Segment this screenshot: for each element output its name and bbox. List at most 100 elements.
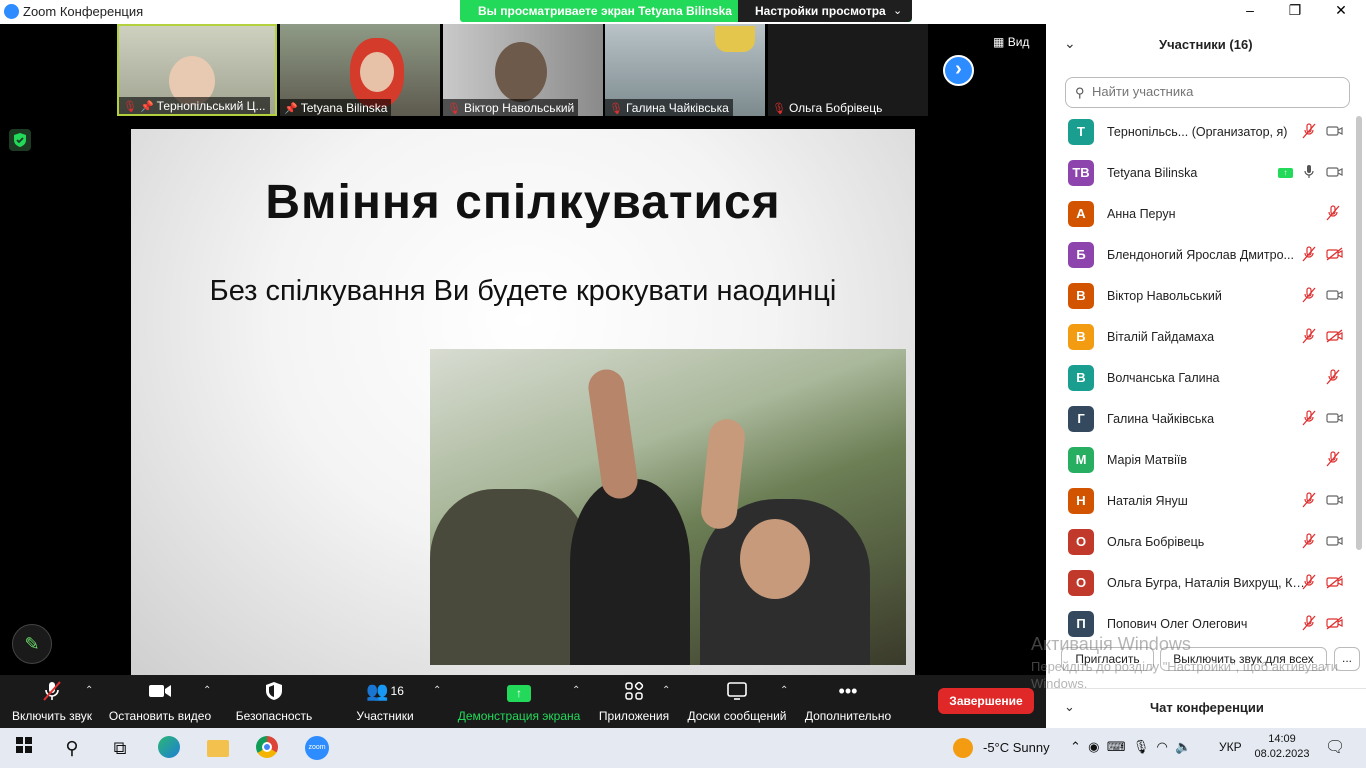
shared-screen: Вміння спілкуватися Без спілкування Ви б… (131, 129, 915, 675)
security-shield-icon[interactable] (9, 129, 31, 151)
video-tile[interactable]: 🎙 Ольга Бобрівець (768, 24, 928, 116)
chevron-down-icon[interactable]: ⌄ (1064, 35, 1076, 52)
participant-name: Анна Перун (1107, 207, 1176, 221)
chevron-up-icon[interactable]: ⌃ (662, 685, 670, 696)
zoom-taskbar-icon[interactable]: zoom (305, 736, 329, 760)
participant-row[interactable]: А Анна Перун (1046, 194, 1366, 235)
next-page-button[interactable]: › (943, 55, 974, 86)
camera-icon[interactable] (1326, 411, 1344, 428)
avatar: В (1068, 283, 1094, 309)
photo-face (740, 519, 810, 599)
participant-row[interactable]: Т Тернопільсь... (Организатор, я) (1046, 112, 1366, 153)
search-input[interactable] (1092, 84, 1342, 99)
avatar: ТВ (1068, 160, 1094, 186)
folder-icon[interactable] (207, 736, 231, 760)
participant-search[interactable]: ⚲ (1065, 77, 1350, 108)
participants-icon-wrap: 👥 16 (346, 680, 424, 702)
participant-row[interactable]: Б Блендоногий Ярослав Дмитро... (1046, 235, 1366, 276)
mic-muted-icon[interactable] (1302, 123, 1316, 142)
mic-muted-icon[interactable] (1302, 492, 1316, 511)
participant-row[interactable]: В Віктор Навольський (1046, 276, 1366, 317)
search-icon[interactable]: ⚲ (60, 736, 84, 760)
mic-muted-icon[interactable] (1326, 369, 1340, 388)
search-icon: ⚲ (1075, 85, 1085, 100)
pin-icon: 📌 (284, 103, 298, 115)
mic-muted-icon[interactable] (1302, 615, 1316, 634)
video-tile[interactable]: 📌 Tetyana Bilinska (280, 24, 440, 116)
chat-header[interactable]: ⌄ Чат конференции (1046, 688, 1366, 728)
video-tile[interactable]: 🎙 Віктор Навольський (443, 24, 603, 116)
camera-icon[interactable] (1326, 124, 1344, 141)
chrome-icon[interactable] (256, 736, 280, 760)
mic-icon[interactable] (1302, 164, 1316, 183)
participant-row[interactable]: ТВ Tetyana Bilinska ↑ (1046, 153, 1366, 194)
whiteboards-button[interactable]: Доски сообщений (684, 680, 790, 723)
slide-title: Вміння спілкуватися (265, 176, 781, 229)
participant-row[interactable]: В Волчанська Галина (1046, 358, 1366, 399)
video-tile[interactable]: 🎙 Галина Чайківська (605, 24, 765, 116)
system-tray[interactable]: ⌃ ◉ ⌨ 🎙 ◠ 🔈 (1070, 739, 1191, 755)
end-meeting-button[interactable]: Завершение (938, 688, 1034, 714)
participant-name: Марія Матвіїв (1107, 453, 1187, 467)
mic-muted-icon[interactable] (1302, 533, 1316, 552)
mic-muted-icon[interactable] (1326, 451, 1340, 470)
weather-text[interactable]: -5°C Sunny (983, 740, 1050, 755)
share-banner-text: Вы просматриваете экран Tetyana Bilinska (478, 4, 732, 18)
chevron-up-icon[interactable]: ⌃ (1070, 739, 1081, 754)
chevron-up-icon[interactable]: ⌃ (85, 685, 93, 696)
camera-off-icon[interactable] (1326, 329, 1344, 346)
participant-name: Галина Чайківська (1107, 412, 1215, 426)
close-button[interactable]: ✕ (1331, 2, 1351, 19)
edge-icon[interactable] (158, 736, 182, 760)
task-view-icon[interactable]: ⧉ (108, 736, 132, 760)
stop-video-button[interactable]: Остановить видео (106, 680, 214, 723)
scrollbar[interactable] (1356, 116, 1362, 550)
chevron-up-icon[interactable]: ⌃ (780, 685, 788, 696)
photo-raised-arm (586, 367, 640, 501)
camera-icon[interactable] (1326, 165, 1344, 182)
security-button[interactable]: Безопасность (230, 680, 318, 723)
mic-muted-icon[interactable] (1302, 410, 1316, 429)
chevron-down-icon[interactable]: ⌄ (1064, 699, 1075, 715)
video-tile[interactable]: 🎙 📌 Тернопільський Ц... (117, 24, 277, 116)
language-indicator[interactable]: УКР (1219, 740, 1242, 754)
unmute-button[interactable]: Включить звук (8, 680, 96, 723)
clock[interactable]: 14:09 08.02.2023 (1252, 732, 1312, 762)
minimize-button[interactable]: – (1240, 2, 1260, 18)
camera-off-icon[interactable] (1326, 247, 1344, 264)
notification-icon[interactable]: 🗨 (1325, 737, 1345, 757)
participant-row[interactable]: О Ольга Бобрівець (1046, 522, 1366, 563)
volume-icon: 🔈 (1175, 739, 1192, 754)
participant-row[interactable]: О Ольга Бугра, Наталія Вихрущ, Кат... (1046, 563, 1366, 604)
chevron-up-icon[interactable]: ⌃ (203, 685, 211, 696)
more-button[interactable]: ••• Дополнительно (800, 680, 896, 723)
mic-muted-icon[interactable] (1302, 287, 1316, 306)
chevron-up-icon[interactable]: ⌃ (572, 685, 580, 696)
mic-muted-icon[interactable] (1302, 328, 1316, 347)
camera-off-icon[interactable] (1326, 616, 1344, 633)
camera-icon[interactable] (1326, 493, 1344, 510)
avatar: В (1068, 324, 1094, 350)
participant-row[interactable]: Г Галина Чайківська (1046, 399, 1366, 440)
chevron-up-icon[interactable]: ⌃ (433, 685, 441, 696)
participants-panel: ⌄ Участники (16) ⚲ Т Тернопільсь... (Орга… (1046, 24, 1366, 728)
mic-muted-icon: 🎙 (609, 103, 623, 115)
camera-icon[interactable] (1326, 288, 1344, 305)
participants-button[interactable]: 👥 16 Участники (346, 680, 424, 723)
maximize-button[interactable]: ❐ (1285, 2, 1305, 19)
windows-start-icon[interactable] (12, 736, 36, 760)
participant-row[interactable]: Н Наталія Януш (1046, 481, 1366, 522)
participant-row[interactable]: М Марія Матвіїв (1046, 440, 1366, 481)
mic-muted-icon[interactable] (1302, 246, 1316, 265)
camera-icon[interactable] (1326, 534, 1344, 551)
camera-icon (106, 680, 214, 702)
annotate-pencil-button[interactable]: ✎ (12, 624, 52, 664)
view-button[interactable]: ▦ Вид (993, 35, 1029, 49)
mic-muted-icon[interactable] (1326, 205, 1340, 224)
avatar: Г (1068, 406, 1094, 432)
mic-muted-icon[interactable] (1302, 574, 1316, 593)
participant-name: Ольга Бобрівець (1107, 535, 1205, 549)
share-screen-button[interactable]: ↑ Демонстрация экрана (456, 680, 582, 723)
participant-row[interactable]: В Віталій Гайдамаха (1046, 317, 1366, 358)
camera-off-icon[interactable] (1326, 575, 1344, 592)
